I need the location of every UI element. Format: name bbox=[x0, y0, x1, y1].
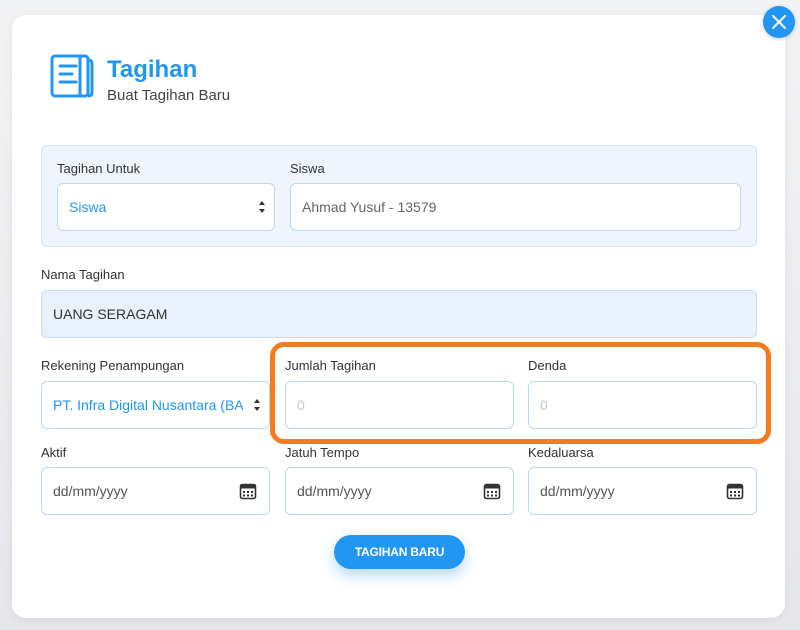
calendar-icon[interactable] bbox=[483, 482, 501, 500]
calendar-icon[interactable] bbox=[726, 482, 744, 500]
rekening-value: PT. Infra Digital Nusantara (BA bbox=[53, 397, 244, 413]
jatuh-tempo-label: Jatuh Tempo bbox=[285, 445, 360, 460]
aktif-value: dd/mm/yyyy bbox=[53, 483, 128, 499]
aktif-label: Aktif bbox=[41, 445, 67, 460]
jatuh-tempo-value: dd/mm/yyyy bbox=[297, 483, 372, 499]
select-arrows-icon bbox=[259, 201, 265, 213]
tagihan-untuk-value: Siswa bbox=[69, 199, 107, 215]
tagihan-untuk-label: Tagihan Untuk bbox=[57, 161, 141, 176]
page-title: Tagihan bbox=[107, 56, 198, 83]
siswa-input[interactable]: Ahmad Yusuf - 13579 bbox=[290, 183, 741, 231]
kedaluarsa-label: Kedaluarsa bbox=[528, 445, 594, 460]
close-icon bbox=[772, 15, 786, 29]
select-arrows-icon bbox=[254, 399, 260, 411]
kedaluarsa-value: dd/mm/yyyy bbox=[540, 483, 615, 499]
aktif-date-input[interactable]: dd/mm/yyyy bbox=[41, 467, 270, 515]
tagihan-untuk-select[interactable]: Siswa bbox=[57, 183, 275, 231]
nama-tagihan-value: UANG SERAGAM bbox=[53, 306, 168, 322]
nama-tagihan-input[interactable]: UANG SERAGAM bbox=[41, 290, 757, 338]
nama-tagihan-label: Nama Tagihan bbox=[41, 267, 125, 282]
document-list-icon bbox=[50, 54, 94, 98]
close-button[interactable] bbox=[763, 6, 795, 38]
rekening-label: Rekening Penampungan bbox=[41, 358, 185, 373]
tagihan-baru-button[interactable]: TAGIHAN BARU bbox=[334, 535, 465, 569]
rekening-select[interactable]: PT. Infra Digital Nusantara (BA bbox=[41, 381, 270, 429]
highlight-box bbox=[270, 342, 771, 444]
kedaluarsa-date-input[interactable]: dd/mm/yyyy bbox=[528, 467, 757, 515]
siswa-label: Siswa bbox=[290, 161, 325, 176]
page-subtitle: Buat Tagihan Baru bbox=[107, 87, 231, 104]
calendar-icon[interactable] bbox=[239, 482, 257, 500]
jatuh-tempo-date-input[interactable]: dd/mm/yyyy bbox=[285, 467, 514, 515]
siswa-value: Ahmad Yusuf - 13579 bbox=[302, 199, 437, 215]
